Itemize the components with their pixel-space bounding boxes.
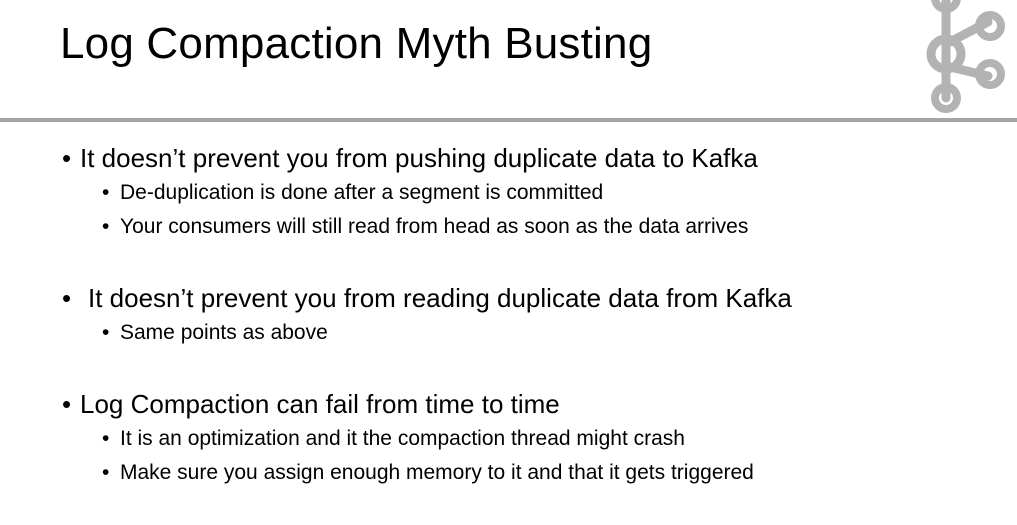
sub-bullet-item: It is an optimization and it the compact… bbox=[62, 422, 1002, 456]
sub-bullet-item: Same points as above bbox=[62, 316, 1002, 350]
bullet-item: Log Compaction can fail from time to tim… bbox=[62, 386, 1002, 422]
sub-bullet-item: De-duplication is done after a segment i… bbox=[62, 176, 1002, 210]
slide-title: Log Compaction Myth Busting bbox=[60, 19, 653, 68]
sub-bullet-item: Make sure you assign enough memory to it… bbox=[62, 456, 1002, 490]
title-divider bbox=[0, 118, 1017, 122]
bullet-list: It doesn’t prevent you from pushing dupl… bbox=[62, 140, 1002, 490]
bullet-item: It doesn’t prevent you from pushing dupl… bbox=[62, 140, 1002, 176]
bullet-group: It doesn’t prevent you from pushing dupl… bbox=[62, 140, 1002, 244]
bullet-group: Log Compaction can fail from time to tim… bbox=[62, 386, 1002, 490]
kafka-logo-icon bbox=[926, 0, 1005, 113]
sub-bullet-item: Your consumers will still read from head… bbox=[62, 210, 1002, 244]
bullet-item: It doesn’t prevent you from reading dupl… bbox=[62, 280, 1002, 316]
bullet-group: It doesn’t prevent you from reading dupl… bbox=[62, 280, 1002, 350]
